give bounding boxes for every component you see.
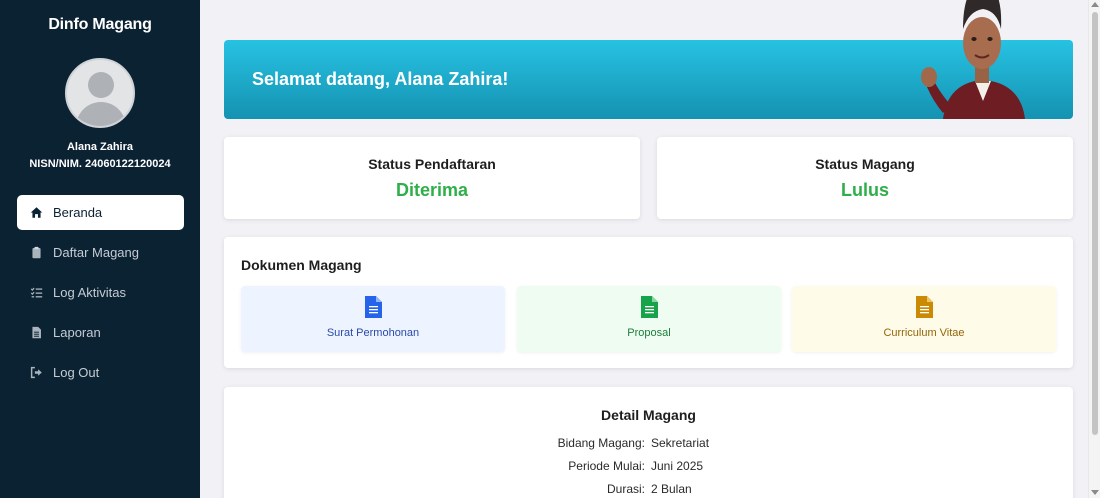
welcome-title: Selamat datang, Alana Zahira! [252, 69, 509, 89]
sidebar-item-label: Beranda [53, 205, 103, 220]
page-scrollbar[interactable] [1088, 0, 1100, 498]
detail-key: Durasi: [606, 482, 645, 496]
detail-value: Juni 2025 [651, 459, 704, 473]
registration-status-label: Status Pendaftaran [368, 156, 496, 172]
registration-status-card: Status Pendaftaran Diterima [224, 137, 640, 219]
scroll-down-arrow-icon[interactable] [1091, 490, 1099, 495]
avatar-body-shape [76, 102, 126, 126]
document-surat-permohonan[interactable]: Surat Permohonan [241, 286, 505, 352]
document-curriculum-vitae[interactable]: Curriculum Vitae [792, 286, 1056, 352]
detail-key: Bidang Magang: [557, 436, 645, 450]
sidebar-item-label: Laporan [53, 325, 101, 340]
document-label: Surat Permohonan [326, 327, 420, 339]
user-name: Alana Zahira [66, 141, 134, 153]
document-label: Curriculum Vitae [883, 327, 965, 339]
welcome-banner: Selamat datang, Alana Zahira! [224, 0, 1073, 119]
detail-title: Detail Magang [601, 407, 696, 423]
user-id: NISN/NIM. 24060122120024 [29, 158, 171, 170]
clipboard-icon [29, 246, 43, 260]
documents-title: Dokumen Magang [241, 257, 362, 273]
internship-detail-card: Detail Magang Bidang Magang: Sekretariat… [224, 387, 1073, 498]
sidebar-item-label: Log Out [53, 365, 100, 380]
home-icon [29, 206, 43, 220]
document-icon [641, 296, 658, 318]
detail-value: Sekretariat [651, 436, 710, 450]
registration-status-value: Diterima [395, 180, 469, 200]
detail-value: 2 Bulan [651, 482, 692, 496]
sidebar-item-log-aktivitas[interactable]: Log Aktivitas [17, 275, 184, 310]
document-icon [365, 296, 382, 318]
sidebar-item-log-out[interactable]: Log Out [17, 355, 184, 390]
internship-status-label: Status Magang [815, 156, 915, 172]
list-check-icon [29, 286, 43, 300]
logout-icon [29, 366, 43, 380]
sidebar: Dinfo Magang Alana Zahira NISN/NIM. 2406… [0, 0, 200, 498]
internship-status-value: Lulus [841, 180, 889, 200]
scroll-up-arrow-icon[interactable] [1091, 2, 1099, 7]
sidebar-item-label: Daftar Magang [53, 245, 139, 260]
file-icon [29, 326, 43, 340]
sidebar-item-daftar-magang[interactable]: Daftar Magang [17, 235, 184, 270]
sidebar-item-label: Log Aktivitas [53, 285, 126, 300]
detail-key: Periode Mulai: [568, 459, 645, 473]
sidebar-nav: Beranda Daftar Magang Log Aktivitas Lapo… [17, 195, 184, 395]
sidebar-item-beranda[interactable]: Beranda [17, 195, 184, 230]
document-label: Proposal [627, 327, 671, 339]
sidebar-item-laporan[interactable]: Laporan [17, 315, 184, 350]
documents-card: Dokumen Magang Surat Permohonan Proposal… [224, 237, 1073, 368]
avatar [65, 58, 135, 128]
scrollbar-thumb[interactable] [1092, 12, 1098, 435]
document-proposal[interactable]: Proposal [517, 286, 781, 352]
internship-status-card: Status Magang Lulus [657, 137, 1073, 219]
mascot-illustration [921, 0, 1025, 119]
avatar-head-shape [88, 72, 114, 98]
brand-title: Dinfo Magang [48, 16, 152, 33]
document-icon [916, 296, 933, 318]
